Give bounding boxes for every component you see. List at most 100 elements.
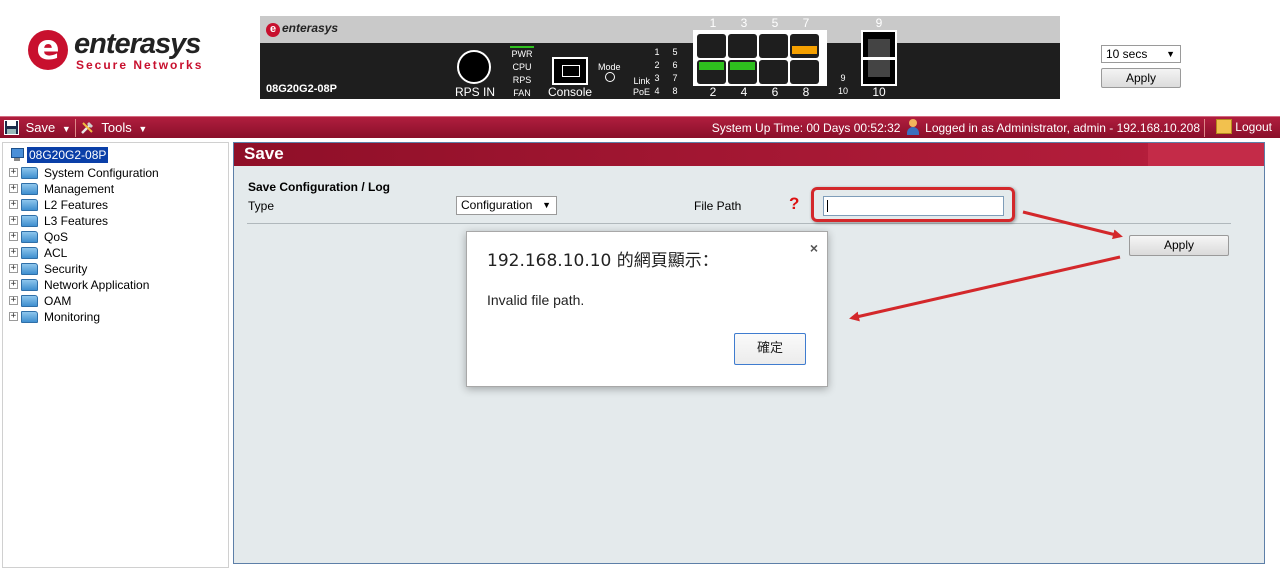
- expand-icon[interactable]: +: [9, 248, 18, 257]
- toolbar-divider: [1204, 119, 1205, 137]
- navigation-tree: 08G20G2-08P + System Configuration + Man…: [2, 142, 229, 568]
- apply-button[interactable]: Apply: [1129, 235, 1229, 256]
- close-icon[interactable]: ×: [810, 240, 818, 256]
- tools-menu[interactable]: Tools ▼: [80, 119, 147, 137]
- port-number: 7: [802, 16, 810, 30]
- computer-icon: [9, 147, 25, 163]
- save-menu-label: Save: [25, 120, 56, 135]
- refresh-interval-value: 10 secs: [1106, 47, 1148, 61]
- dialog-message: Invalid file path.: [487, 292, 585, 308]
- tree-root-label: 08G20G2-08P: [27, 147, 109, 163]
- user-icon: [906, 119, 920, 135]
- expand-icon[interactable]: +: [9, 216, 18, 225]
- help-icon[interactable]: ?: [789, 195, 799, 213]
- folder-icon: [21, 247, 38, 259]
- led-number: 4: [654, 86, 660, 96]
- section-title: Save Configuration / Log: [248, 180, 391, 194]
- status-led-labels: PWR CPU RPS FAN: [510, 46, 534, 100]
- led-number: 6: [672, 60, 678, 70]
- link-indicator: [699, 62, 724, 70]
- toolbar-divider: [75, 119, 76, 137]
- system-uptime: System Up Time: 00 Days 00:52:32: [711, 121, 901, 135]
- link-poe-labels: Link PoE: [630, 76, 650, 98]
- rps-label: RPS IN: [455, 85, 496, 99]
- refresh-apply-button[interactable]: Apply: [1101, 68, 1181, 88]
- logout-label: Logout: [1235, 120, 1272, 134]
- tree-item-label: QoS: [44, 230, 69, 244]
- port-number: 8: [802, 85, 810, 99]
- save-menu[interactable]: Save ▼: [4, 119, 71, 137]
- annotation-highlight: [811, 187, 1015, 222]
- expand-icon[interactable]: +: [9, 312, 18, 321]
- expand-icon[interactable]: +: [9, 264, 18, 273]
- tools-icon: [81, 122, 93, 134]
- tree-item-label: Network Application: [44, 278, 150, 292]
- login-info: Logged in as Administrator, admin - 192.…: [925, 121, 1200, 135]
- tools-menu-label: Tools: [101, 120, 132, 135]
- port-number: 1: [709, 16, 717, 30]
- dialog-title: 192.168.10.10 的網頁顯示：: [487, 251, 719, 271]
- folder-icon: [21, 295, 38, 307]
- tree-item-label: Management: [44, 182, 115, 196]
- main-header: Save: [234, 143, 1264, 166]
- type-select[interactable]: Configuration ▼: [456, 196, 557, 215]
- led-rps: RPS: [512, 75, 532, 85]
- expand-icon[interactable]: +: [9, 280, 18, 289]
- tree-item-label: Security: [44, 262, 88, 276]
- system-status: System Up Time: 00 Days 00:52:32 Logged …: [712, 119, 1200, 137]
- led-number: 1: [654, 47, 660, 57]
- expand-icon[interactable]: +: [9, 200, 18, 209]
- expand-icon[interactable]: +: [9, 232, 18, 241]
- port-number: 6: [771, 85, 779, 99]
- mode-label: Mode: [598, 62, 621, 72]
- sfp-number: 9: [875, 16, 883, 30]
- expand-icon[interactable]: +: [9, 168, 18, 177]
- ethernet-port-block: [693, 30, 827, 86]
- console-label: Console: [548, 85, 593, 99]
- type-label: Type: [248, 199, 275, 213]
- device-brand-label: enterasys: [282, 21, 339, 35]
- led-number: 5: [672, 47, 678, 57]
- app-root: e enterasys Secure Networks e enterasys 0…: [0, 0, 1280, 572]
- device-panel-top: e enterasys: [260, 16, 1060, 43]
- expand-icon[interactable]: +: [9, 184, 18, 193]
- chevron-down-icon: ▼: [542, 200, 551, 210]
- port-1: [697, 34, 726, 58]
- section-divider: [247, 223, 1231, 224]
- floppy-disk-icon: [4, 120, 19, 135]
- sfp-led-numbers: 9 10: [838, 72, 848, 98]
- chevron-down-icon: ▼: [1166, 49, 1175, 59]
- port-number: 4: [740, 85, 748, 99]
- led-number: 7: [672, 73, 678, 83]
- tree-item-label: L3 Features: [44, 214, 109, 228]
- tree-item-label: Monitoring: [44, 310, 101, 324]
- led-pwr: PWR: [510, 46, 534, 61]
- port-4: [728, 60, 757, 84]
- port-7: [790, 34, 819, 58]
- led-numbers-right: 5 6 7 8: [670, 46, 680, 98]
- port-5: [759, 34, 788, 58]
- device-front-panel: e enterasys 08G20G2-08P RPS IN PWR CPU RP…: [260, 16, 1060, 99]
- poe-indicator: [792, 46, 817, 54]
- led-number: 9: [840, 73, 846, 83]
- folder-icon: [21, 183, 38, 195]
- device-brand: e enterasys: [266, 21, 338, 37]
- ok-button[interactable]: 確定: [734, 333, 806, 365]
- expand-icon[interactable]: +: [9, 296, 18, 305]
- tree-item-label: System Configuration: [44, 166, 159, 180]
- port-3: [728, 34, 757, 58]
- port-number: 2: [709, 85, 717, 99]
- sfp-number: 10: [872, 85, 886, 99]
- port-6: [759, 60, 788, 84]
- led-number: 8: [672, 86, 678, 96]
- page-title: Save: [244, 144, 284, 163]
- device-model: 08G20G2-08P: [266, 83, 337, 95]
- led-number: 3: [654, 73, 660, 83]
- logout-button[interactable]: Logout: [1216, 119, 1272, 136]
- device-brand-mark: e: [266, 23, 280, 37]
- tree-item-label: OAM: [44, 294, 72, 308]
- refresh-interval-select[interactable]: 10 secs ▼: [1101, 45, 1181, 63]
- link-indicator: [730, 62, 755, 70]
- chevron-down-icon: ▼: [61, 124, 71, 134]
- toolbar: Save ▼ Tools ▼ System Up Time: 00 Days 0…: [0, 116, 1280, 138]
